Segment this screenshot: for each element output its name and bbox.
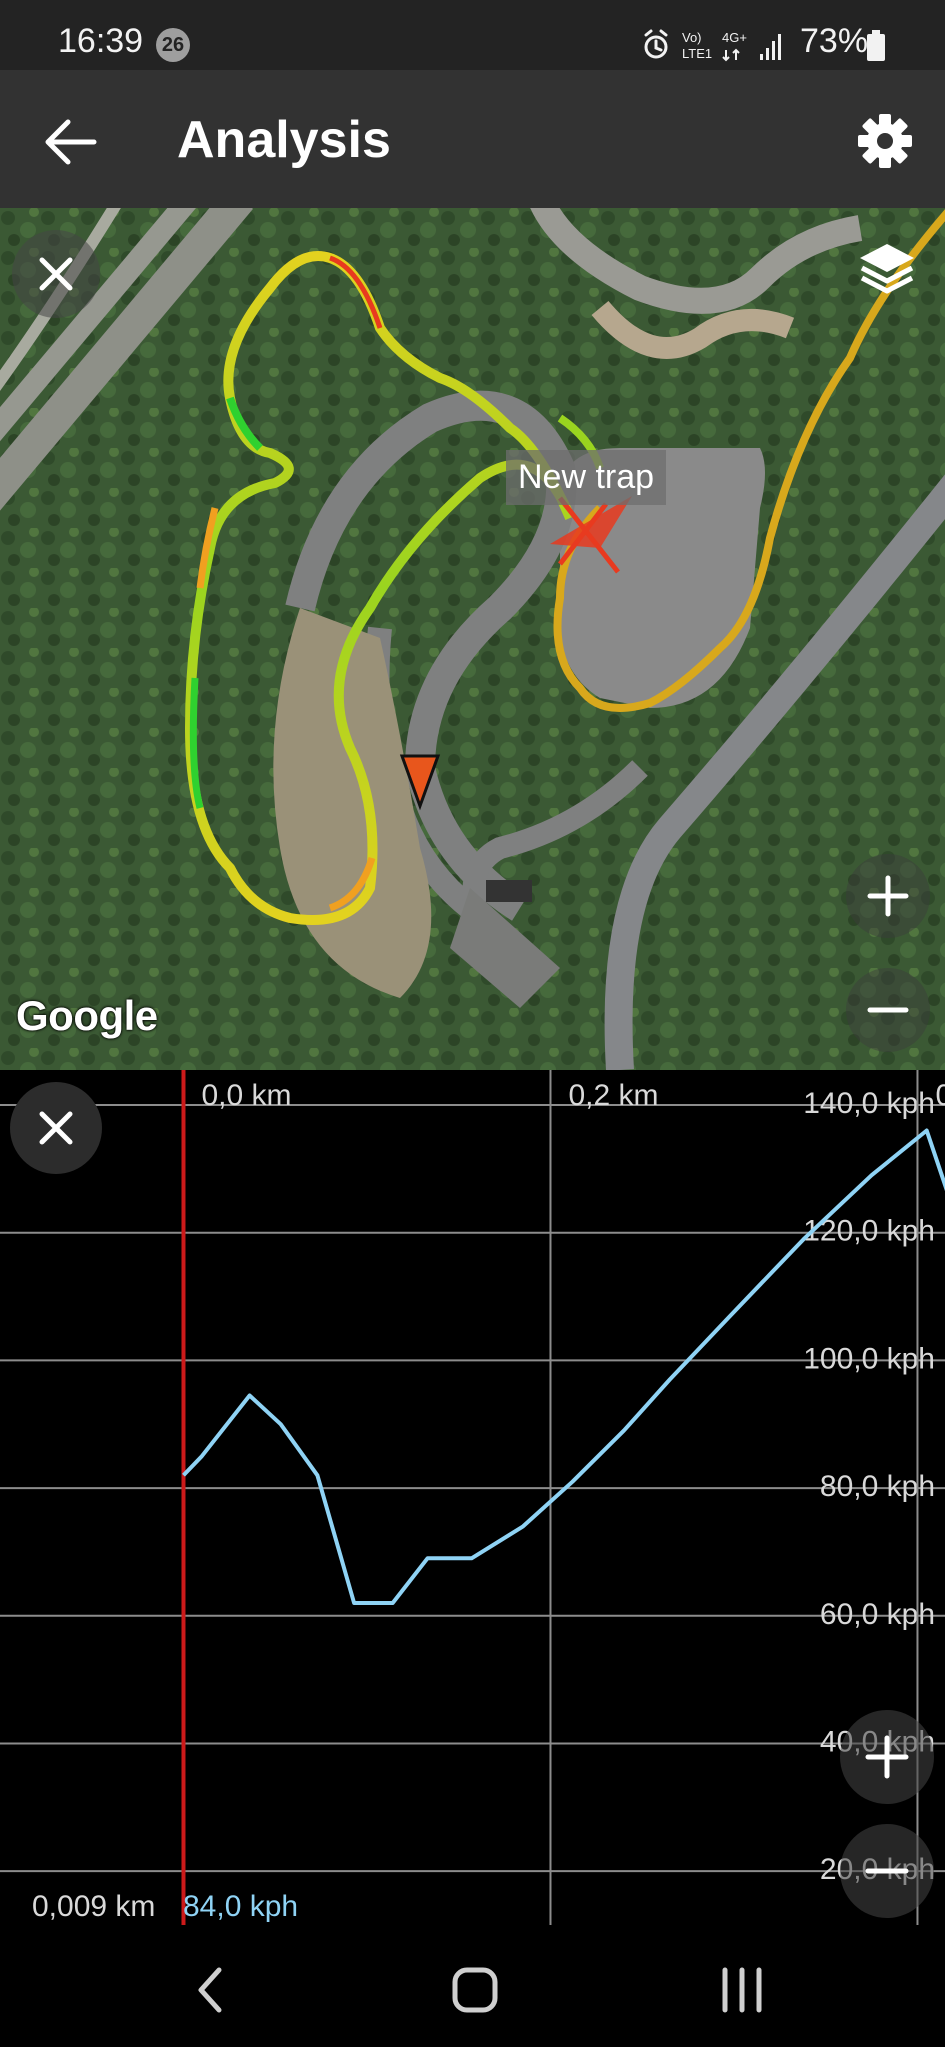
minus-icon xyxy=(867,1007,909,1013)
plus-icon xyxy=(865,1735,909,1779)
home-icon xyxy=(452,1967,498,2013)
cursor-distance-readout: 0,009 km xyxy=(32,1890,156,1923)
status-icons: Vo) LTE1 4G+ xyxy=(644,29,781,62)
network-label-top: Vo) xyxy=(682,30,702,45)
recents-icon xyxy=(722,1967,762,2013)
nav-back-button[interactable] xyxy=(165,1960,255,2020)
data-arrows-icon xyxy=(722,48,740,62)
gear-icon xyxy=(858,114,912,168)
nav-recents-button[interactable] xyxy=(697,1960,787,2020)
app-bar: Analysis xyxy=(0,70,945,208)
signal-icon xyxy=(760,34,781,60)
layers-icon xyxy=(860,244,914,294)
chart-close-button[interactable] xyxy=(10,1082,102,1174)
page-title: Analysis xyxy=(177,111,391,169)
battery-icon xyxy=(867,30,885,61)
x-tick-label: 0,0 km xyxy=(201,1079,291,1112)
minus-icon xyxy=(865,1868,909,1874)
close-icon xyxy=(39,1111,73,1145)
map-zoom-out-button[interactable] xyxy=(846,968,930,1052)
network-type-label: 4G+ xyxy=(722,30,747,45)
chart-zoom-in-button[interactable] xyxy=(840,1710,934,1804)
network-label-bottom: LTE1 xyxy=(682,46,712,61)
cursor-speed-readout: 84,0 kph xyxy=(183,1890,299,1923)
x-tick-label: 0,4 km xyxy=(935,1079,945,1112)
map-zoom-in-button[interactable] xyxy=(846,854,930,938)
trap-label[interactable]: New trap xyxy=(506,450,667,505)
battery-percent: 73% xyxy=(800,22,869,60)
back-arrow-icon xyxy=(45,119,97,165)
chart-zoom-out-button[interactable] xyxy=(840,1824,934,1918)
nav-home-button[interactable] xyxy=(430,1960,520,2020)
back-button[interactable] xyxy=(40,114,102,170)
settings-button[interactable] xyxy=(852,108,918,174)
x-tick-label: 0,2 km xyxy=(568,1079,658,1112)
speed-chart[interactable]: 20,0 kph40,0 kph60,0 kph80,0 kph100,0 kp… xyxy=(0,1070,945,1930)
satellite-map xyxy=(0,208,945,1070)
status-time: 16:39 xyxy=(58,22,144,60)
alarm-icon xyxy=(644,29,668,59)
y-tick-label: 100,0 kph xyxy=(803,1342,935,1375)
system-nav-bar xyxy=(0,1930,945,2047)
status-bar: 16:39 26 Vo) LTE1 4G+ 73% xyxy=(0,0,945,70)
notification-count-badge: 26 xyxy=(156,28,190,62)
chevron-left-icon xyxy=(198,1967,222,2013)
google-logo: Google xyxy=(16,992,158,1039)
speed-chart-canvas: 20,0 kph40,0 kph60,0 kph80,0 kph100,0 kp… xyxy=(0,1070,945,1925)
y-tick-label: 140,0 kph xyxy=(803,1087,935,1120)
map-view[interactable]: New trap Google xyxy=(0,208,945,1070)
map-close-button[interactable] xyxy=(12,230,100,318)
plus-icon xyxy=(867,875,909,917)
close-icon xyxy=(39,257,73,291)
map-layers-button[interactable] xyxy=(854,238,920,298)
